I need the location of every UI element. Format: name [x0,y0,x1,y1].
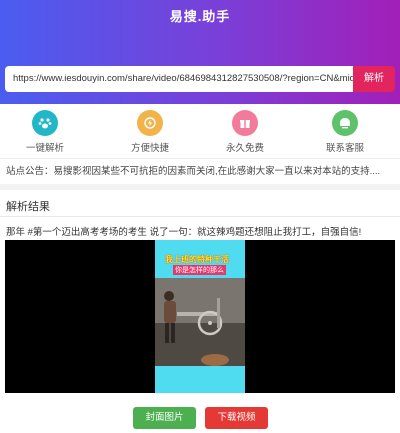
video-caption-top: 我上班的特种干活 [165,255,229,264]
result-panel: 解析结果 那年 #第一个迈出高考考场的考生 说了一句：就这辣鸡题还想阻止我打工，… [0,190,400,433]
feature-one-click-parse[interactable]: 一键解析 [10,110,80,154]
video-frame: 我上班的特种干活 你是怎样的那么 [155,240,245,393]
result-heading: 解析结果 [6,201,50,213]
feature-bar: 一键解析 方便快捷 永久免费 联系客服 [0,104,400,158]
site-notice: 站点公告：易搜影视因某些不可抗拒的因素而关闭,在此感谢大家一直以来对本站的支持.… [0,158,400,184]
feature-support[interactable]: 联系客服 [310,110,380,154]
feature-label: 方便快捷 [130,143,169,154]
cover-image-button[interactable]: 封面图片 [133,407,196,429]
feature-free[interactable]: 永久免费 [210,110,280,154]
paw-icon [32,110,58,136]
gift-icon [232,110,258,136]
url-input[interactable]: https://www.iesdouyin.com/share/video/68… [5,66,355,92]
video-caption-sub: 你是怎样的那么 [173,265,226,275]
app-logo: 易搜.助手 [169,9,231,24]
parse-button[interactable]: 解析 [353,66,395,92]
feature-label: 一键解析 [25,143,64,154]
chat-icon [332,110,358,136]
feature-fast[interactable]: 方便快捷 [115,110,185,154]
download-video-button[interactable]: 下载视频 [205,407,268,429]
video-still [155,278,245,366]
lightning-icon [137,110,163,136]
feature-label: 联系客服 [325,143,364,154]
header: 易搜.助手 https://www.iesdouyin.com/share/vi… [0,0,400,104]
video-player[interactable]: 我上班的特种干活 你是怎样的那么 [5,240,395,393]
divider [0,216,400,217]
video-title: 那年 #第一个迈出高考考场的考生 说了一句：就这辣鸡题还想阻止我打工，自强自信! [6,227,362,238]
feature-label: 永久免费 [225,143,264,154]
